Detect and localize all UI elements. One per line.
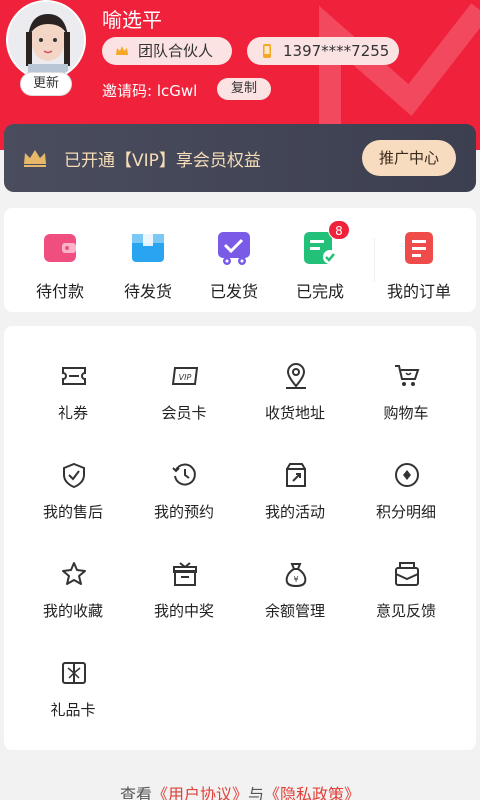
- tool-label: 我的售后: [42, 503, 103, 521]
- tool-label: 购物车: [383, 404, 429, 422]
- vip-card-icon: VIP: [171, 367, 199, 385]
- clock-icon: [172, 463, 196, 486]
- role-badge: 团队合伙人: [102, 37, 232, 65]
- tool-label: 我的活动: [264, 503, 325, 521]
- footer-connector: 与: [248, 785, 265, 800]
- order-label: 已发货: [209, 282, 258, 301]
- user-agreement-link[interactable]: 《用户协议》: [152, 785, 248, 800]
- orders-card: 待付款 待发货 已发货 已完成 8 我的订单: [4, 208, 476, 312]
- star-icon: [62, 562, 86, 585]
- tool-feedback[interactable]: 意见反馈: [351, 560, 461, 640]
- tool-label: 积分明细: [375, 503, 436, 521]
- gift-card-icon: [62, 662, 86, 684]
- shield-icon: [63, 462, 85, 489]
- copy-button[interactable]: 复制: [217, 78, 271, 100]
- activity-icon: [286, 463, 306, 487]
- tool-label: 礼品卡: [50, 701, 96, 719]
- order-list-icon: [405, 232, 433, 264]
- decorative-arrow-icon: [319, 3, 480, 140]
- box-icon: [132, 234, 164, 262]
- tool-label: 礼券: [57, 404, 88, 422]
- gift-icon: [173, 562, 197, 586]
- order-pending-payment[interactable]: 待付款: [16, 208, 104, 312]
- coupon-icon: [62, 367, 86, 385]
- tool-points[interactable]: 积分明细: [351, 461, 461, 541]
- svg-text:VIP: VIP: [179, 373, 192, 382]
- phone-number: 1397****7255: [283, 42, 390, 60]
- tool-label: 我的预约: [153, 503, 214, 521]
- points-icon: [395, 463, 419, 487]
- order-label: 已完成: [295, 282, 344, 301]
- tool-coupon[interactable]: 礼券: [18, 362, 128, 442]
- avatar-photo-icon: [8, 2, 84, 78]
- my-orders[interactable]: 我的订单: [374, 208, 464, 312]
- tool-label: 余额管理: [264, 602, 325, 620]
- cart-icon: [395, 365, 420, 386]
- crown-icon: [116, 46, 128, 55]
- tool-prizes[interactable]: 我的中奖: [129, 560, 239, 640]
- tool-label: 会员卡: [161, 404, 207, 422]
- vip-card[interactable]: 已开通【VIP】享会员权益 推广中心: [4, 124, 476, 192]
- tool-gift-card[interactable]: 礼品卡: [18, 659, 128, 739]
- privacy-policy-link[interactable]: 《隐私政策》: [264, 785, 360, 800]
- vip-text: 已开通【VIP】享会员权益: [64, 151, 261, 171]
- tool-balance[interactable]: ¥ 余额管理: [240, 560, 350, 640]
- tool-vip-card[interactable]: VIP 会员卡: [129, 362, 239, 442]
- avatar-update-button[interactable]: 更新: [20, 72, 72, 96]
- order-label: 我的订单: [386, 282, 451, 301]
- user-name: 喻选平: [102, 8, 162, 32]
- footer-agreement: 查看《用户协议》与《隐私政策》: [0, 781, 480, 800]
- tool-after-sales[interactable]: 我的售后: [18, 461, 128, 541]
- tools-card: 礼券 VIP 会员卡 收货地址 购物车 我的售后 我的预约 我的活动 积分明细 …: [4, 326, 476, 750]
- order-label: 待付款: [35, 282, 84, 301]
- tool-label: 意见反馈: [375, 602, 436, 620]
- tool-label: 我的收藏: [42, 602, 103, 620]
- phone-badge: 1397****7255: [247, 37, 399, 65]
- role-label: 团队合伙人: [138, 42, 214, 60]
- avatar-section: 更新: [6, 0, 86, 96]
- wallet-icon: [44, 234, 76, 262]
- tool-label: 我的中奖: [153, 602, 214, 620]
- completed-count-badge: 8: [328, 220, 350, 240]
- svg-text:¥: ¥: [293, 575, 298, 584]
- avatar[interactable]: [6, 0, 86, 80]
- feedback-icon: [395, 562, 419, 586]
- footer-prefix: 查看: [119, 785, 152, 800]
- phone-icon: [263, 44, 271, 58]
- order-shipped[interactable]: 已发货: [190, 208, 278, 312]
- tool-appointment[interactable]: 我的预约: [129, 461, 239, 541]
- tool-activity[interactable]: 我的活动: [240, 461, 350, 541]
- order-label: 待发货: [123, 282, 172, 301]
- promotion-center-button[interactable]: 推广中心: [362, 140, 456, 176]
- tool-favorites[interactable]: 我的收藏: [18, 560, 128, 640]
- tool-address[interactable]: 收货地址: [240, 362, 350, 442]
- vip-crown-icon: [24, 150, 46, 167]
- order-pending-shipment[interactable]: 待发货: [104, 208, 192, 312]
- money-bag-icon: ¥: [285, 563, 307, 588]
- truck-icon: [218, 232, 250, 265]
- order-completed[interactable]: 已完成: [276, 208, 364, 312]
- tool-cart[interactable]: 购物车: [351, 362, 461, 442]
- location-icon: [286, 363, 306, 389]
- tool-label: 收货地址: [264, 404, 325, 422]
- invite-code: 邀请码: lcGwl: [102, 82, 198, 100]
